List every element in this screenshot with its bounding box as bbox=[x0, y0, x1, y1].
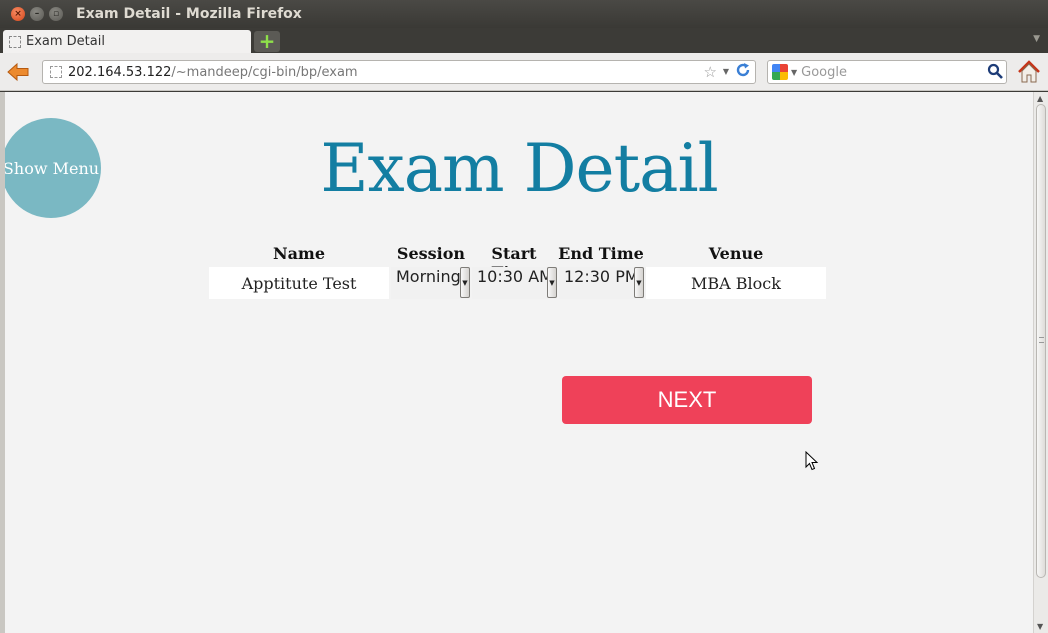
session-select-value: Morning bbox=[396, 267, 460, 286]
url-host: 202.164.53.122 bbox=[68, 64, 172, 80]
address-bar[interactable]: 202.164.53.122/~mandeep/cgi-bin/bp/exam … bbox=[42, 60, 756, 84]
back-arrow-icon[interactable] bbox=[6, 62, 30, 86]
scrollbar-thumb[interactable] bbox=[1036, 104, 1046, 578]
next-button[interactable]: NEXT bbox=[562, 376, 812, 424]
window-close-button[interactable]: × bbox=[11, 7, 25, 21]
home-icon[interactable] bbox=[1016, 59, 1042, 85]
page-title: Exam Detail bbox=[320, 130, 718, 207]
page-content: Show Menu Exam Detail Name Session Start… bbox=[5, 92, 1033, 633]
venue-input[interactable] bbox=[646, 267, 826, 299]
start-time-select-value: 10:30 AM bbox=[477, 267, 547, 286]
window-title: Exam Detail - Mozilla Firefox bbox=[76, 6, 302, 22]
page-icon bbox=[9, 35, 21, 48]
end-time-select-value: 12:30 PM bbox=[564, 267, 634, 286]
url-history-dropdown-icon[interactable]: ▼ bbox=[723, 67, 729, 76]
column-header-session: Session bbox=[396, 244, 466, 263]
vertical-scrollbar[interactable]: ▲ ▼ bbox=[1033, 92, 1048, 633]
session-select[interactable]: Morning ▼ bbox=[391, 267, 470, 299]
new-tab-icon[interactable]: + bbox=[254, 31, 280, 52]
google-icon[interactable] bbox=[772, 64, 788, 80]
search-bar[interactable]: ▼ Google bbox=[767, 60, 1007, 84]
end-time-select[interactable]: 12:30 PM ▼ bbox=[559, 267, 644, 299]
window-maximize-button[interactable]: ▫ bbox=[49, 7, 63, 21]
chevron-down-icon[interactable]: ▼ bbox=[547, 267, 557, 298]
tab-label: Exam Detail bbox=[26, 34, 105, 49]
chevron-down-icon[interactable]: ▼ bbox=[634, 267, 644, 298]
column-header-name: Name bbox=[272, 244, 326, 263]
window-minimize-button[interactable]: – bbox=[30, 7, 44, 21]
column-header-end-time: End Time bbox=[558, 244, 644, 263]
column-header-venue: Venue bbox=[708, 244, 764, 263]
tab-list-chevron-icon[interactable]: ▼ bbox=[1033, 34, 1040, 44]
bookmark-star-icon[interactable]: ☆ bbox=[704, 63, 717, 81]
search-icon[interactable] bbox=[987, 63, 1003, 79]
site-identity-icon[interactable] bbox=[50, 66, 62, 78]
tab-strip: Exam Detail + ▼ bbox=[0, 28, 1048, 53]
window-titlebar: × – ▫ Exam Detail - Mozilla Firefox bbox=[0, 0, 1048, 28]
scrollbar-grip bbox=[1039, 337, 1044, 343]
scroll-down-arrow-icon[interactable]: ▼ bbox=[1037, 622, 1043, 631]
reload-icon[interactable] bbox=[735, 62, 751, 82]
search-input[interactable]: Google bbox=[801, 65, 847, 80]
navigation-toolbar: 202.164.53.122/~mandeep/cgi-bin/bp/exam … bbox=[0, 53, 1048, 91]
search-engine-dropdown-icon[interactable]: ▼ bbox=[791, 68, 797, 77]
name-input[interactable] bbox=[209, 267, 389, 299]
url-path: /~mandeep/cgi-bin/bp/exam bbox=[171, 64, 358, 80]
start-time-select[interactable]: 10:30 AM ▼ bbox=[472, 267, 557, 299]
tab-exam-detail[interactable]: Exam Detail bbox=[3, 30, 251, 53]
chevron-down-icon[interactable]: ▼ bbox=[460, 267, 470, 298]
browser-viewport: Show Menu Exam Detail Name Session Start… bbox=[0, 92, 1048, 633]
scroll-up-arrow-icon[interactable]: ▲ bbox=[1037, 94, 1043, 103]
